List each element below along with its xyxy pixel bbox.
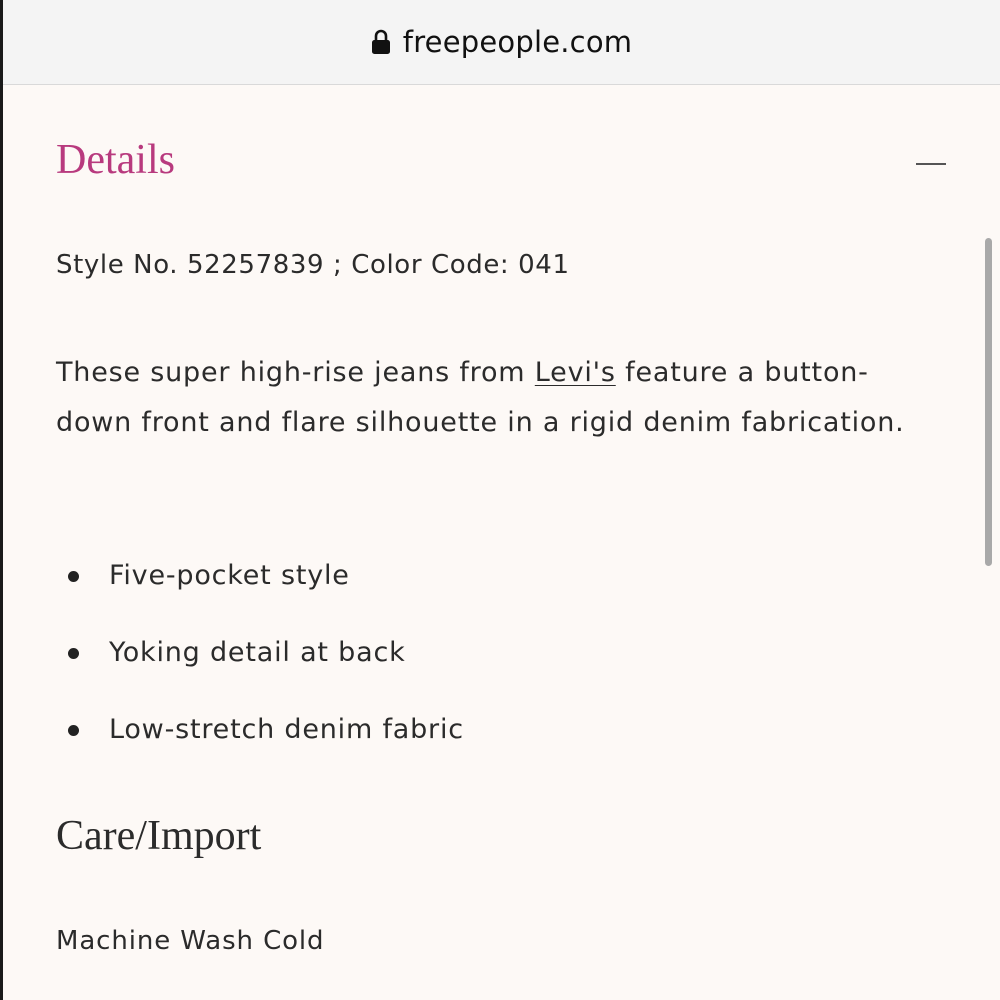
feature-label: Low-stretch denim fabric (109, 714, 464, 745)
address-bar-content: freepeople.com (371, 25, 632, 59)
details-section-title[interactable]: Details (56, 136, 175, 184)
collapse-details-button[interactable] (912, 148, 948, 178)
browser-address-bar[interactable]: freepeople.com (3, 0, 1000, 85)
page-scrollbar[interactable] (985, 238, 992, 566)
feature-item: Low-stretch denim fabric (56, 710, 464, 787)
window-edge (0, 0, 3, 1000)
bullet-icon (68, 725, 79, 736)
feature-item: Five-pocket style (56, 556, 464, 633)
care-section-title[interactable]: Care/Import (56, 812, 261, 860)
feature-list: Five-pocket style Yoking detail at back … (56, 556, 464, 787)
feature-item: Yoking detail at back (56, 633, 464, 710)
levis-brand-link[interactable]: Levi's (535, 357, 616, 388)
bullet-icon (68, 648, 79, 659)
description-text-start: These super high-rise jeans from (56, 357, 535, 388)
style-number: Style No. 52257839 ; Color Code: 041 (56, 250, 570, 280)
feature-label: Five-pocket style (109, 560, 350, 591)
lock-icon (371, 29, 391, 55)
product-description: These super high-rise jeans from Levi's … (56, 348, 936, 448)
url-text: freepeople.com (402, 25, 633, 59)
care-instructions: Machine Wash Cold (56, 926, 325, 956)
feature-label: Yoking detail at back (109, 637, 406, 668)
bullet-icon (68, 571, 79, 582)
